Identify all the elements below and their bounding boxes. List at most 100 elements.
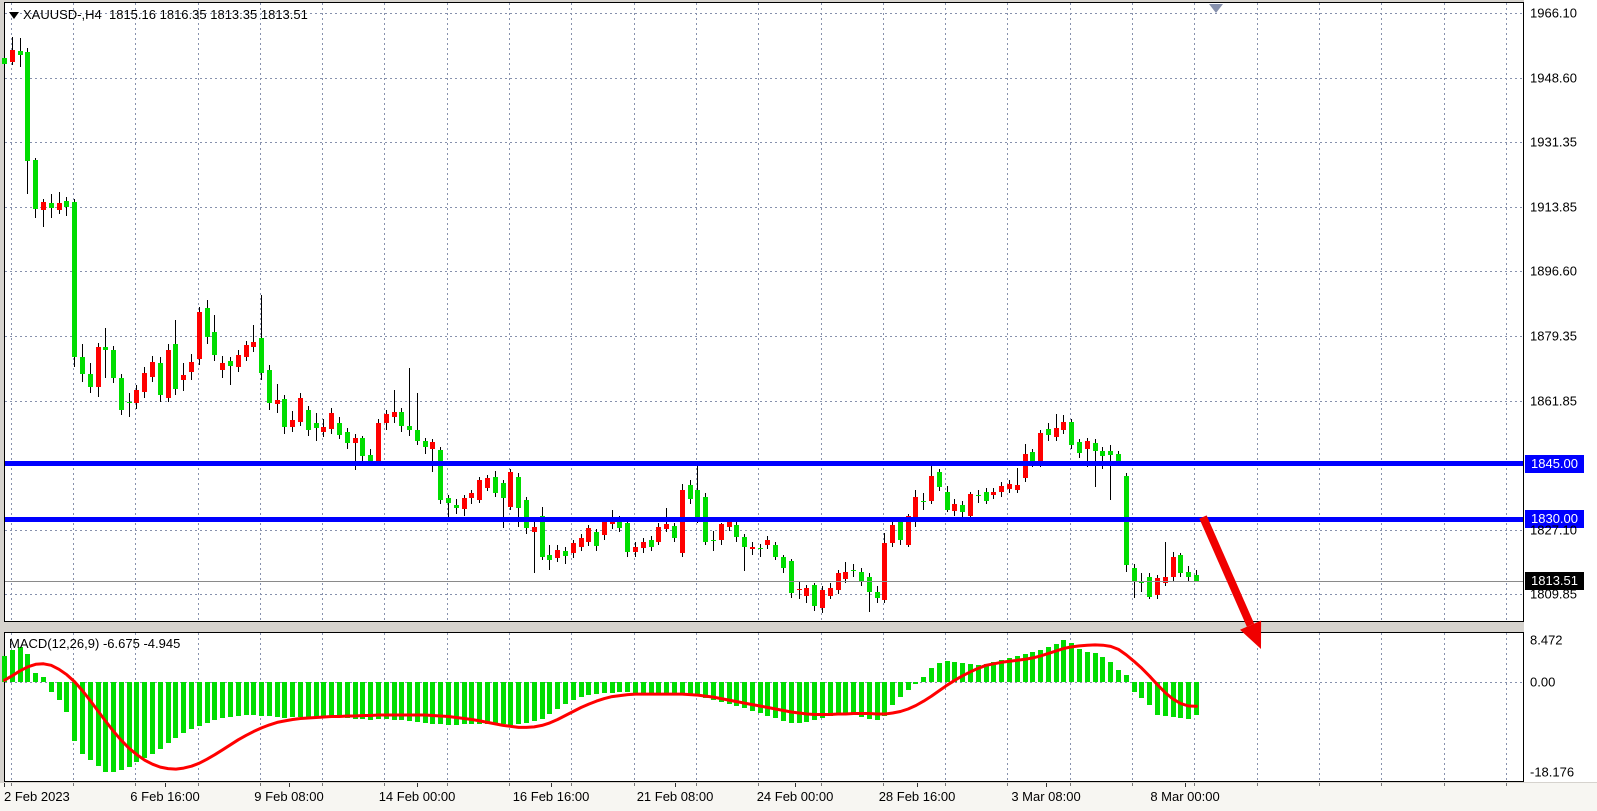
price-gridline <box>5 530 1523 531</box>
macd-histogram-bar <box>267 682 272 717</box>
macd-histogram-bar <box>64 682 69 712</box>
candle-body <box>96 347 101 387</box>
time-gridline <box>509 3 510 621</box>
macd-histogram-bar <box>719 682 724 702</box>
macd-histogram-bar <box>88 682 93 760</box>
macd-histogram-bar <box>540 682 545 719</box>
price-axis-label: 1931.35 <box>1530 135 1577 150</box>
macd-histogram-bar <box>244 682 249 716</box>
time-axis-tick <box>945 783 946 786</box>
time-axis-tick <box>417 783 418 787</box>
macd-histogram-bar <box>898 682 903 697</box>
time-gridline <box>696 633 697 781</box>
candle-body <box>890 525 895 543</box>
macd-histogram-bar <box>1100 657 1105 682</box>
candle-body <box>477 480 482 500</box>
macd-histogram-bar <box>96 682 101 766</box>
macd-histogram-bar <box>680 682 685 693</box>
time-axis-tick <box>509 783 510 786</box>
candle-body <box>843 572 848 579</box>
macd-histogram-bar <box>524 682 529 723</box>
time-gridline <box>1007 633 1008 781</box>
candle-body <box>812 585 817 606</box>
support-resistance-line[interactable] <box>5 461 1523 466</box>
price-axis-label: 1896.60 <box>1530 264 1577 279</box>
level-price-badge: 1845.00 <box>1525 455 1584 473</box>
candle-body <box>1007 484 1012 489</box>
macd-histogram-bar <box>836 682 841 715</box>
macd-histogram-bar <box>49 682 54 692</box>
time-gridline <box>11 3 12 621</box>
candle-body <box>407 426 412 430</box>
macd-histogram-bar <box>1046 647 1051 682</box>
macd-axis-label: 0.00 <box>1530 674 1555 689</box>
candle-body <box>1171 557 1176 577</box>
macd-histogram-bar <box>773 682 778 719</box>
price-chart-panel[interactable] <box>4 2 1524 622</box>
candle-wick <box>760 544 761 557</box>
candle-wick <box>394 390 395 422</box>
time-axis-tick <box>447 783 448 786</box>
support-resistance-line[interactable] <box>5 517 1523 522</box>
candle-body <box>10 50 15 62</box>
macd-histogram-bar <box>477 682 482 724</box>
macd-histogram-bar <box>337 682 342 718</box>
price-axis[interactable] <box>1524 0 1597 782</box>
macd-histogram-bar <box>2 656 7 681</box>
time-gridline <box>322 3 323 621</box>
candle-body <box>742 537 747 547</box>
candle-body <box>758 548 763 549</box>
time-gridline <box>1444 633 1445 781</box>
candle-body <box>469 493 474 498</box>
mt4-chart-window: XAUUSD-,H4 1815.16 1816.35 1813.35 1813.… <box>0 0 1597 811</box>
macd-histogram-bar <box>1030 652 1035 681</box>
candle-body <box>563 551 568 556</box>
candle-body <box>1069 422 1074 445</box>
macd-histogram-bar <box>360 682 365 720</box>
macd-histogram-bar <box>617 682 622 692</box>
candle-body <box>1147 577 1152 598</box>
time-gridline <box>1132 633 1133 781</box>
macd-histogram-bar <box>142 682 147 758</box>
time-gridline <box>1070 3 1071 621</box>
time-axis-tick <box>1381 783 1382 786</box>
macd-histogram-bar <box>571 682 576 700</box>
macd-histogram-bar <box>1124 675 1129 682</box>
symbol-dropdown-icon[interactable] <box>9 12 19 19</box>
price-gridline <box>5 142 1523 143</box>
candle-body <box>672 526 677 538</box>
time-axis-label: 28 Feb 16:00 <box>879 789 956 804</box>
macd-histogram-bar <box>181 682 186 734</box>
macd-histogram-bar <box>882 682 887 716</box>
candle-body <box>1132 568 1137 581</box>
candle-body <box>836 573 841 590</box>
macd-histogram-bar <box>586 682 591 695</box>
candle-body <box>220 363 225 370</box>
candle-body <box>828 588 833 596</box>
macd-histogram-bar <box>462 682 467 725</box>
macd-histogram-bar <box>1178 682 1183 718</box>
macd-histogram-bar <box>1061 640 1066 682</box>
candle-body <box>547 555 552 560</box>
candle-body <box>134 390 139 403</box>
candle-body <box>493 477 498 494</box>
macd-histogram-bar <box>197 682 202 726</box>
macd-histogram-bar <box>859 682 864 718</box>
candle-body <box>399 412 404 426</box>
macd-histogram-bar <box>127 682 132 767</box>
candle-body <box>1186 572 1191 577</box>
ohlc-open: 1815.16 <box>109 7 156 22</box>
time-gridline <box>883 3 884 621</box>
macd-histogram-bar <box>189 682 194 730</box>
candle-body <box>1046 429 1051 435</box>
candle-body <box>773 545 778 556</box>
time-axis-tick <box>1194 783 1195 786</box>
time-gridline <box>1319 3 1320 621</box>
macd-signal-value: -4.945 <box>143 636 180 651</box>
candle-body <box>929 476 934 501</box>
candle-body <box>353 438 358 443</box>
time-gridline <box>1319 633 1320 781</box>
macd-histogram-bar <box>306 682 311 718</box>
price-axis-label: 1879.35 <box>1530 328 1577 343</box>
time-axis-tick <box>1257 783 1258 786</box>
